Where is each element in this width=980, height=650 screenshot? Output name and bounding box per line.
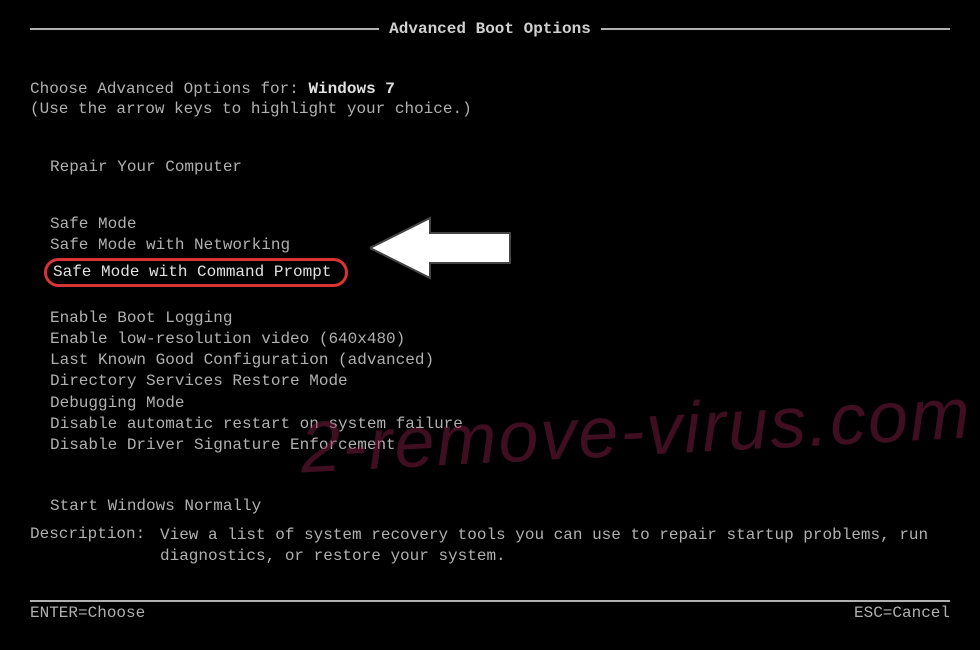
description-text: View a list of system recovery tools you… <box>160 525 950 567</box>
menu-start-normally[interactable]: Start Windows Normally <box>50 497 950 516</box>
menu-dsrm[interactable]: Directory Services Restore Mode <box>50 372 950 391</box>
choose-line: Choose Advanced Options for: Windows 7 <box>30 80 950 98</box>
bottom-divider <box>30 600 950 602</box>
menu-lkgc[interactable]: Last Known Good Configuration (advanced) <box>50 351 950 370</box>
menu-safe-mode-cmd-highlighted[interactable]: Safe Mode with Command Prompt <box>50 258 950 287</box>
os-name: Windows 7 <box>308 80 394 98</box>
description-label: Description: <box>30 525 160 567</box>
menu-safe-mode[interactable]: Safe Mode <box>50 215 950 234</box>
menu-no-sig[interactable]: Disable Driver Signature Enforcement <box>50 436 950 455</box>
arrow-hint: (Use the arrow keys to highlight your ch… <box>30 100 950 118</box>
menu-low-res[interactable]: Enable low-resolution video (640x480) <box>50 330 950 349</box>
footer-esc: ESC=Cancel <box>854 604 950 622</box>
menu-boot-logging[interactable]: Enable Boot Logging <box>50 309 950 328</box>
highlight-ring: Safe Mode with Command Prompt <box>44 258 348 287</box>
menu-safe-mode-networking[interactable]: Safe Mode with Networking <box>50 236 950 255</box>
footer-bar: ENTER=Choose ESC=Cancel <box>30 604 950 622</box>
content-area: Choose Advanced Options for: Windows 7 (… <box>30 80 950 518</box>
footer-enter: ENTER=Choose <box>30 604 145 622</box>
choose-prefix: Choose Advanced Options for: <box>30 80 308 98</box>
title-bar: Advanced Boot Options <box>0 20 980 38</box>
menu-repair[interactable]: Repair Your Computer <box>50 158 950 177</box>
menu-no-restart[interactable]: Disable automatic restart on system fail… <box>50 415 950 434</box>
page-title: Advanced Boot Options <box>379 20 601 38</box>
menu-debug[interactable]: Debugging Mode <box>50 394 950 413</box>
description-block: Description: View a list of system recov… <box>30 525 950 567</box>
boot-menu[interactable]: Repair Your Computer Safe Mode Safe Mode… <box>50 158 950 516</box>
